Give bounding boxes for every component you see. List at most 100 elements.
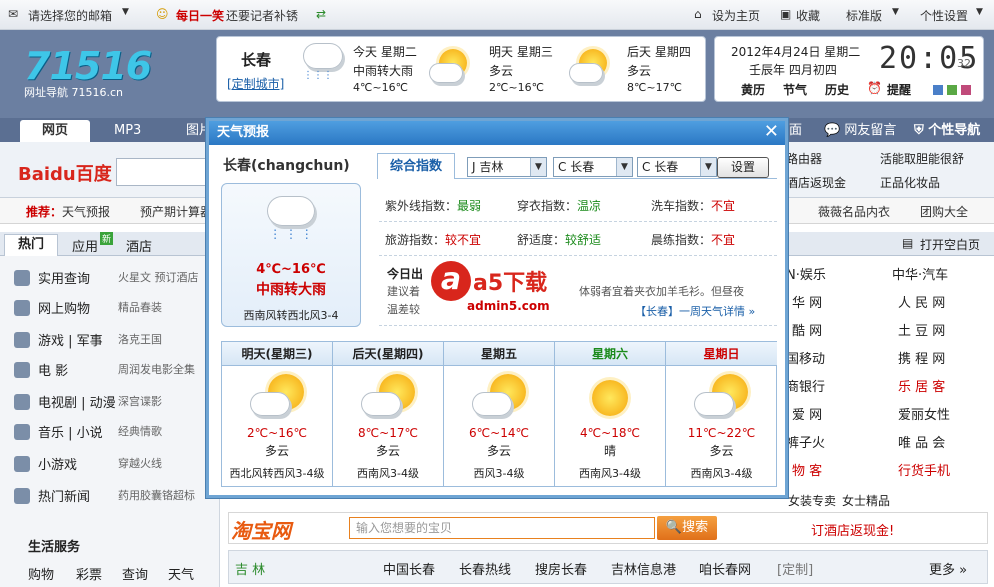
site-link[interactable]: 唯 品 会 (898, 432, 945, 451)
baidu-logo[interactable]: Baidu百度 (18, 160, 112, 186)
custom-city-link[interactable]: [定制城市] (227, 75, 284, 92)
local-link[interactable]: 吉林信息港 (611, 559, 676, 578)
life-lottery[interactable]: 彩票 (76, 564, 102, 583)
site-link[interactable]: 行货手机 (898, 460, 950, 479)
standard-version[interactable]: 标准版 (846, 7, 882, 24)
recommend-groupbuy[interactable]: 团购大全 (920, 203, 968, 220)
local-link[interactable]: 咱长春网 (699, 559, 751, 578)
left-row-tv[interactable]: 电视剧 | 动漫 深宫谍影 (14, 392, 162, 411)
close-icon[interactable]: ✕ (764, 121, 779, 143)
home-icon: ⌂ (694, 7, 702, 21)
joke-text[interactable]: 还要记者补锈 (226, 7, 298, 24)
site-link[interactable]: 酷 网 (792, 320, 822, 339)
left-row-music[interactable]: 音乐 | 小说 经典情歌 (14, 422, 162, 441)
skin-blue[interactable] (933, 85, 943, 95)
local-link[interactable]: 中国长春 (383, 559, 435, 578)
favorite-link[interactable]: 收藏 (796, 7, 820, 24)
province-select[interactable]: J 吉林 ▼ (467, 157, 547, 177)
left-row-movies[interactable]: 电 影周润发电影全集 (14, 360, 195, 379)
mail-select[interactable]: 请选择您的邮箱 (28, 7, 112, 24)
right-link-4[interactable]: 正品化妆品 (880, 174, 940, 191)
festival-link[interactable]: 节气 (783, 81, 807, 98)
custom-link[interactable]: [定制] (777, 559, 813, 578)
forecast-table: 明天(星期三) 2℃~16℃ 多云 西北风转西风3-4级 后天(星期四) 8℃~… (221, 341, 777, 487)
recommend-lingerie[interactable]: 薇薇名品内衣 (818, 203, 890, 220)
tab-apps[interactable]: 应用 (72, 236, 98, 255)
life-shopping[interactable]: 购物 (28, 564, 54, 583)
logo-text: 71516 (24, 44, 152, 88)
life-weather[interactable]: 天气 (168, 564, 194, 583)
taobao-search-button[interactable]: 🔍搜索 (657, 516, 717, 540)
site-link[interactable]: N·娱乐 (786, 264, 826, 283)
site-link[interactable]: 土 豆 网 (898, 320, 945, 339)
hotel-promo-link[interactable]: 订酒店返现金! (811, 520, 894, 539)
recommend-weather[interactable]: 天气预报 (62, 203, 110, 220)
dialog-titlebar[interactable]: 天气预报 ✕ (209, 121, 785, 145)
region-label[interactable]: 吉 林 (235, 559, 265, 578)
site-link[interactable]: 人 民 网 (898, 292, 945, 311)
open-blank-link[interactable]: 打开空白页 (920, 236, 980, 253)
left-row-minigames[interactable]: 小游戏 穿越火线 (14, 454, 162, 473)
taobao-logo[interactable]: 淘宝网 (231, 515, 291, 544)
skin-green[interactable] (947, 85, 957, 95)
site-logo[interactable]: 71516 网址导航 71516.cn (24, 44, 174, 102)
personal-nav-link[interactable]: ⛨ 个性导航 (914, 120, 980, 142)
site-link[interactable]: 爱丽女性 (898, 404, 950, 423)
chevron-down-icon[interactable]: ▼ (892, 7, 899, 17)
district-select[interactable]: C 长春 ▼ (637, 157, 717, 177)
set-home-link[interactable]: 设为主页 (712, 7, 760, 24)
search-input[interactable] (116, 158, 208, 186)
advice-line1b: 体弱者宜着夹衣加羊毛衫。但昼夜 (579, 285, 744, 298)
skin-pink[interactable] (961, 85, 971, 95)
chevron-down-icon[interactable]: ▼ (122, 7, 129, 17)
site-link[interactable]: 中华·汽车 (892, 264, 948, 283)
comment-link[interactable]: 💬 网友留言 (824, 120, 896, 142)
site-link[interactable]: 爱 网 (792, 404, 822, 423)
lunar-text: 壬辰年 四月初四 (749, 63, 837, 77)
weekly-detail-link[interactable]: 【长春】一周天气详情 » (635, 303, 755, 319)
left-row-games[interactable]: 游戏 | 军事 洛克王国 (14, 330, 162, 349)
taobao-search-input[interactable]: 输入您想要的宝贝 (349, 517, 655, 539)
dialog-title: 天气预报 (217, 125, 270, 140)
site-link[interactable]: 携 程 网 (898, 348, 945, 367)
site-link[interactable]: 乐 居 客 (898, 376, 945, 395)
left-row-news[interactable]: 热门新闻 药用胶囊铬超标 (14, 486, 195, 505)
today-wind: 西南风转西北风3-4 (243, 309, 339, 322)
site-link[interactable]: 商银行 (786, 376, 825, 395)
link-women-goods[interactable]: 女士精品 (842, 492, 890, 509)
history-link[interactable]: 历史 (825, 81, 849, 98)
joke-label[interactable]: 每日一笑 (176, 7, 224, 24)
right-link-3[interactable]: 酒店返现金 (786, 174, 846, 191)
tab-hot[interactable]: 热门 (4, 234, 58, 256)
weather-dialog: 天气预报 ✕ 长春(changchun) ⋮ ⋮ ⋮ 4℃~16℃ 中雨转大雨 … (206, 118, 788, 498)
link-women-wear[interactable]: 女装专卖 (788, 492, 836, 509)
left-row-shopping[interactable]: 网上购物 精品春装 (14, 298, 162, 317)
recommend-due-date[interactable]: 预产期计算器 (140, 203, 212, 220)
life-query[interactable]: 查询 (122, 564, 148, 583)
remind-link[interactable]: 提醒 (887, 81, 911, 98)
left-row-query[interactable]: 实用查询 火星文 预订酒店 (14, 268, 199, 287)
index-travel: 旅游指数：较不宜 (385, 233, 482, 247)
right-link-1[interactable]: 路由器 (786, 150, 822, 167)
personal-settings[interactable]: 个性设置 (920, 7, 968, 24)
tab-mp3[interactable]: MP3 (100, 120, 155, 142)
local-link[interactable]: 搜房长春 (535, 559, 587, 578)
site-link[interactable]: 物 客 (792, 460, 822, 479)
site-link[interactable]: 华 网 (792, 292, 822, 311)
right-link-2[interactable]: 活能取胆能很舒 (880, 150, 964, 167)
tab-composite-index[interactable]: 综合指数 (377, 153, 455, 179)
more-link[interactable]: 更多 » (929, 559, 967, 578)
city-select[interactable]: C 长春 ▼ (553, 157, 633, 177)
tab-hotel[interactable]: 酒店 (126, 236, 152, 255)
chevron-down-icon[interactable]: ▼ (976, 7, 983, 17)
mail-icon[interactable]: ✉ (8, 7, 18, 21)
site-link[interactable]: 裤子火 (786, 432, 825, 451)
smile-icon: ☺ (156, 7, 169, 21)
set-button[interactable]: 设置 (717, 157, 769, 178)
refresh-icon[interactable]: ⇄ (316, 7, 326, 21)
tab-web[interactable]: 网页 (20, 120, 90, 142)
site-link[interactable]: 国移动 (786, 348, 825, 367)
rain-cloud-icon: ⋮⋮⋮ (303, 43, 347, 81)
almanac-link[interactable]: 黄历 (741, 81, 765, 98)
local-link[interactable]: 长春热线 (459, 559, 511, 578)
